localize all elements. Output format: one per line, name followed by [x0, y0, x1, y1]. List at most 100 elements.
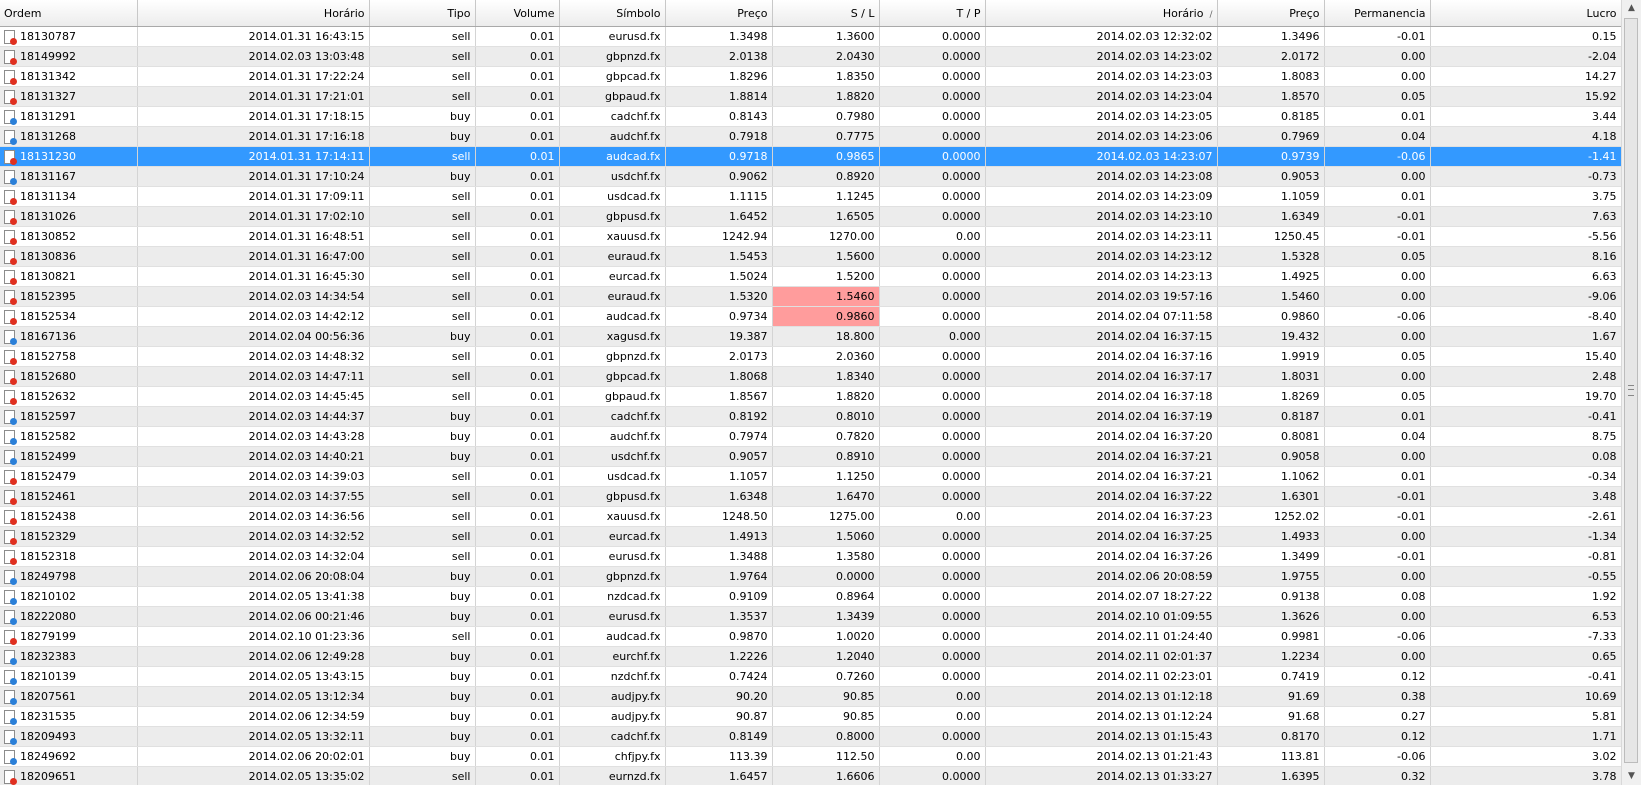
cell-horario_close: 2014.02.04 16:37:15	[985, 326, 1218, 347]
cell-volume: 0.01	[475, 486, 560, 507]
cell-sl: 0.8910	[772, 446, 880, 467]
table-row[interactable]: 18149992 2014.02.03 13:03:48 sell 0.01 gbpnz…	[0, 46, 1621, 67]
arrow-up-icon[interactable]: ▲	[1622, 0, 1641, 17]
table-row[interactable]: 18152438 2014.02.03 14:36:56 sell 0.01 xauus…	[0, 506, 1621, 527]
table-row[interactable]: 18152758 2014.02.03 14:48:32 sell 0.01 gbpnz…	[0, 346, 1621, 367]
cell-tipo: sell	[369, 46, 476, 67]
order-id: 18131230	[20, 149, 76, 163]
table-row[interactable]: 18131134 2014.01.31 17:09:11 sell 0.01 usdca…	[0, 186, 1621, 207]
cell-tp: 0.0000	[879, 246, 986, 267]
table-row[interactable]: 18152680 2014.02.03 14:47:11 sell 0.01 gbpca…	[0, 366, 1621, 387]
column-header-tp[interactable]: T / P	[879, 0, 986, 27]
table-row[interactable]: 18152582 2014.02.03 14:43:28 buy 0.01 audchf…	[0, 426, 1621, 447]
table-row[interactable]: 18130836 2014.01.31 16:47:00 sell 0.01 eurau…	[0, 246, 1621, 267]
cell-lucro: 2.48	[1430, 366, 1621, 387]
table-row[interactable]: 18131291 2014.01.31 17:18:15 buy 0.01 cadchf…	[0, 106, 1621, 127]
sell-order-icon	[4, 349, 17, 365]
cell-sl: 0.8964	[772, 586, 880, 607]
cell-simbolo: audjpy.fx	[559, 686, 666, 707]
order-id: 18131342	[20, 69, 76, 83]
order-id: 18152438	[20, 509, 76, 523]
table-row[interactable]: 18152395 2014.02.03 14:34:54 sell 0.01 eurau…	[0, 286, 1621, 307]
cell-horario_open: 2014.02.05 13:43:15	[137, 666, 370, 687]
order-id: 18232383	[20, 649, 76, 663]
cell-ordem: 18279199	[0, 626, 138, 647]
cell-horario_open: 2014.02.03 14:37:55	[137, 486, 370, 507]
column-header-ordem[interactable]: Ordem	[0, 0, 138, 27]
table-row[interactable]: 18131342 2014.01.31 17:22:24 sell 0.01 gbpca…	[0, 66, 1621, 87]
table-row[interactable]: 18232383 2014.02.06 12:49:28 buy 0.01 eurchf…	[0, 646, 1621, 667]
table-row[interactable]: 18131026 2014.01.31 17:02:10 sell 0.01 gbpus…	[0, 206, 1621, 227]
table-row[interactable]: 18210102 2014.02.05 13:41:38 buy 0.01 nzdcad…	[0, 586, 1621, 607]
column-header-sl[interactable]: S / L	[772, 0, 880, 27]
cell-horario_open: 2014.02.06 12:49:28	[137, 646, 370, 667]
arrow-down-icon[interactable]: ▼	[1622, 768, 1641, 785]
table-row[interactable]: 18130821 2014.01.31 16:45:30 sell 0.01 eurca…	[0, 266, 1621, 287]
cell-tipo: buy	[369, 126, 476, 147]
sell-order-icon	[4, 289, 17, 305]
table-row[interactable]: 18209651 2014.02.05 13:35:02 sell 0.01 eurnz…	[0, 766, 1621, 785]
table-row[interactable]: 18210139 2014.02.05 13:43:15 buy 0.01 nzdchf…	[0, 666, 1621, 687]
table-row[interactable]: 18131327 2014.01.31 17:21:01 sell 0.01 gbpau…	[0, 86, 1621, 107]
scrollbar-thumb[interactable]	[1624, 18, 1638, 763]
cell-preco_close: 1.6301	[1217, 486, 1325, 507]
table-row[interactable]: 18130787 2014.01.31 16:43:15 sell 0.01 eurus…	[0, 26, 1621, 47]
cell-tp: 0.0000	[879, 526, 986, 547]
cell-preco_close: 1250.45	[1217, 226, 1325, 247]
column-header-label: Volume	[513, 6, 555, 20]
table-row[interactable]: 18131167 2014.01.31 17:10:24 buy 0.01 usdchf…	[0, 166, 1621, 187]
cell-simbolo: cadchf.fx	[559, 726, 666, 747]
table-row[interactable]: 18152499 2014.02.03 14:40:21 buy 0.01 usdchf…	[0, 446, 1621, 467]
cell-permanencia: 0.00	[1324, 566, 1431, 587]
table-row[interactable]: 18152318 2014.02.03 14:32:04 sell 0.01 eurus…	[0, 546, 1621, 567]
table-row[interactable]: 18131230 2014.01.31 17:14:11 sell 0.01 audca…	[0, 146, 1621, 167]
order-id: 18152318	[20, 549, 76, 563]
cell-volume: 0.01	[475, 466, 560, 487]
order-id: 18131167	[20, 169, 76, 183]
cell-horario_close: 2014.02.13 01:21:43	[985, 746, 1218, 767]
cell-tp: 0.0000	[879, 646, 986, 667]
cell-lucro: -1.41	[1430, 146, 1621, 167]
column-header-horario_open[interactable]: Horário	[137, 0, 370, 27]
column-header-tipo[interactable]: Tipo	[369, 0, 476, 27]
table-row[interactable]: 18152479 2014.02.03 14:39:03 sell 0.01 usdca…	[0, 466, 1621, 487]
cell-horario_open: 2014.01.31 16:48:51	[137, 226, 370, 247]
column-header-lucro[interactable]: Lucro	[1430, 0, 1621, 27]
cell-tipo: buy	[369, 406, 476, 427]
cell-simbolo: eurnzd.fx	[559, 766, 666, 785]
cell-horario_close: 2014.02.04 16:37:18	[985, 386, 1218, 407]
cell-lucro: -0.81	[1430, 546, 1621, 567]
table-row[interactable]: 18249692 2014.02.06 20:02:01 buy 0.01 chfjpy…	[0, 746, 1621, 767]
table-row[interactable]: 18152329 2014.02.03 14:32:52 sell 0.01 eurca…	[0, 526, 1621, 547]
table-row[interactable]: 18130852 2014.01.31 16:48:51 sell 0.01 xauus…	[0, 226, 1621, 247]
vertical-scrollbar[interactable]: ▲ ▼	[1621, 0, 1641, 785]
table-row[interactable]: 18152534 2014.02.03 14:42:12 sell 0.01 audca…	[0, 306, 1621, 327]
sell-order-icon	[4, 309, 17, 325]
table-row[interactable]: 18152597 2014.02.03 14:44:37 buy 0.01 cadchf…	[0, 406, 1621, 427]
column-header-simbolo[interactable]: Símbolo	[559, 0, 666, 27]
column-header-preco_open[interactable]: Preço	[665, 0, 773, 27]
column-header-volume[interactable]: Volume	[475, 0, 560, 27]
cell-lucro: -0.73	[1430, 166, 1621, 187]
cell-sl: 0.7820	[772, 426, 880, 447]
table-row[interactable]: 18131268 2014.01.31 17:16:18 buy 0.01 audchf…	[0, 126, 1621, 147]
cell-volume: 0.01	[475, 326, 560, 347]
table-row[interactable]: 18231535 2014.02.06 12:34:59 buy 0.01 audjpy…	[0, 706, 1621, 727]
cell-preco_open: 0.8192	[665, 406, 773, 427]
table-row[interactable]: 18249798 2014.02.06 20:08:04 buy 0.01 gbpnzd…	[0, 566, 1621, 587]
table-row[interactable]: 18152461 2014.02.03 14:37:55 sell 0.01 gbpus…	[0, 486, 1621, 507]
column-header-preco_close[interactable]: Preço	[1217, 0, 1325, 27]
cell-ordem: 18130821	[0, 266, 138, 287]
table-row[interactable]: 18279199 2014.02.10 01:23:36 sell 0.01 audca…	[0, 626, 1621, 647]
cell-permanencia: 0.38	[1324, 686, 1431, 707]
table-row[interactable]: 18207561 2014.02.05 13:12:34 buy 0.01 audjpy…	[0, 686, 1621, 707]
cell-preco_open: 0.7918	[665, 126, 773, 147]
column-header-permanencia[interactable]: Permanencia	[1324, 0, 1431, 27]
order-id: 18131291	[20, 109, 76, 123]
column-header-horario_close[interactable]: Horário /	[985, 0, 1218, 27]
table-row[interactable]: 18152632 2014.02.03 14:45:45 sell 0.01 gbpau…	[0, 386, 1621, 407]
table-row[interactable]: 18222080 2014.02.06 00:21:46 buy 0.01 eurusd…	[0, 606, 1621, 627]
cell-ordem: 18207561	[0, 686, 138, 707]
table-row[interactable]: 18209493 2014.02.05 13:32:11 buy 0.01 cadchf…	[0, 726, 1621, 747]
table-row[interactable]: 18167136 2014.02.04 00:56:36 buy 0.01 xagusd…	[0, 326, 1621, 347]
